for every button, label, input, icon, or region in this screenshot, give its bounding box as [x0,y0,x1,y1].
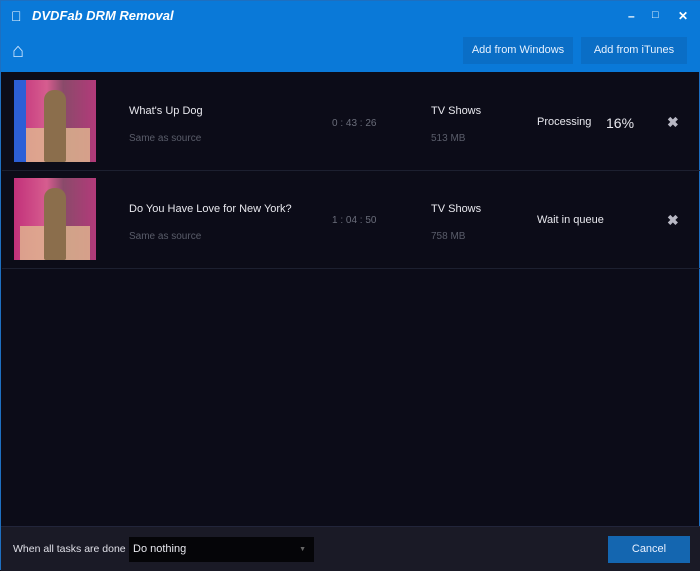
task-category: TV Shows [431,105,482,117]
chevron-down-icon: ▼ [299,546,306,553]
remove-task-icon[interactable]: ✖ [667,212,679,229]
task-size: 758 MB [431,231,466,242]
home-icon[interactable]: ⌂ [12,40,24,63]
minimize-button[interactable]: – [628,9,635,23]
task-duration: 1 : 04 : 50 [332,215,377,226]
task-profile: Same as source [129,231,202,242]
task-status: Processing [537,116,592,128]
task-title: What's Up Dog [129,105,203,117]
toolbar: ⌂ Add from Windows Add from iTunes [1,31,700,72]
task-status: Wait in queue [537,214,604,226]
thumbnail [14,80,96,162]
task-duration: 0 : 43 : 26 [332,118,377,129]
add-from-itunes-button[interactable]: Add from iTunes [581,37,687,64]
remove-task-icon[interactable]: ✖ [667,114,679,131]
thumbnail [14,178,96,260]
when-done-select[interactable]: Do nothing ▼ [129,537,314,562]
task-size: 513 MB [431,133,466,144]
task-row: Do You Have Love for New York? Same as s… [2,172,700,269]
task-row: What's Up Dog Same as source 0 : 43 : 26… [2,74,700,171]
task-profile: Same as source [129,133,202,144]
dvdfab-logo-icon:  [11,8,22,24]
close-button[interactable]: ✕ [678,9,688,23]
task-progress: 16% [606,115,635,131]
title-bar:  DVDFab DRM Removal – □ ✕ [1,1,700,31]
task-category: TV Shows [431,203,482,215]
progress-indicator [14,80,26,162]
when-done-value: Do nothing [133,543,187,555]
app-window:  DVDFab DRM Removal – □ ✕ ⌂ Add from Wi… [0,0,700,571]
add-from-windows-button[interactable]: Add from Windows [463,37,573,64]
maximize-button[interactable]: □ [652,9,659,21]
app-title: DVDFab DRM Removal [32,8,174,23]
footer-bar: When all tasks are done Do nothing ▼ Canc… [1,526,700,571]
cancel-button[interactable]: Cancel [608,536,690,563]
when-done-label: When all tasks are done [13,543,126,555]
task-title: Do You Have Love for New York? [129,203,292,215]
